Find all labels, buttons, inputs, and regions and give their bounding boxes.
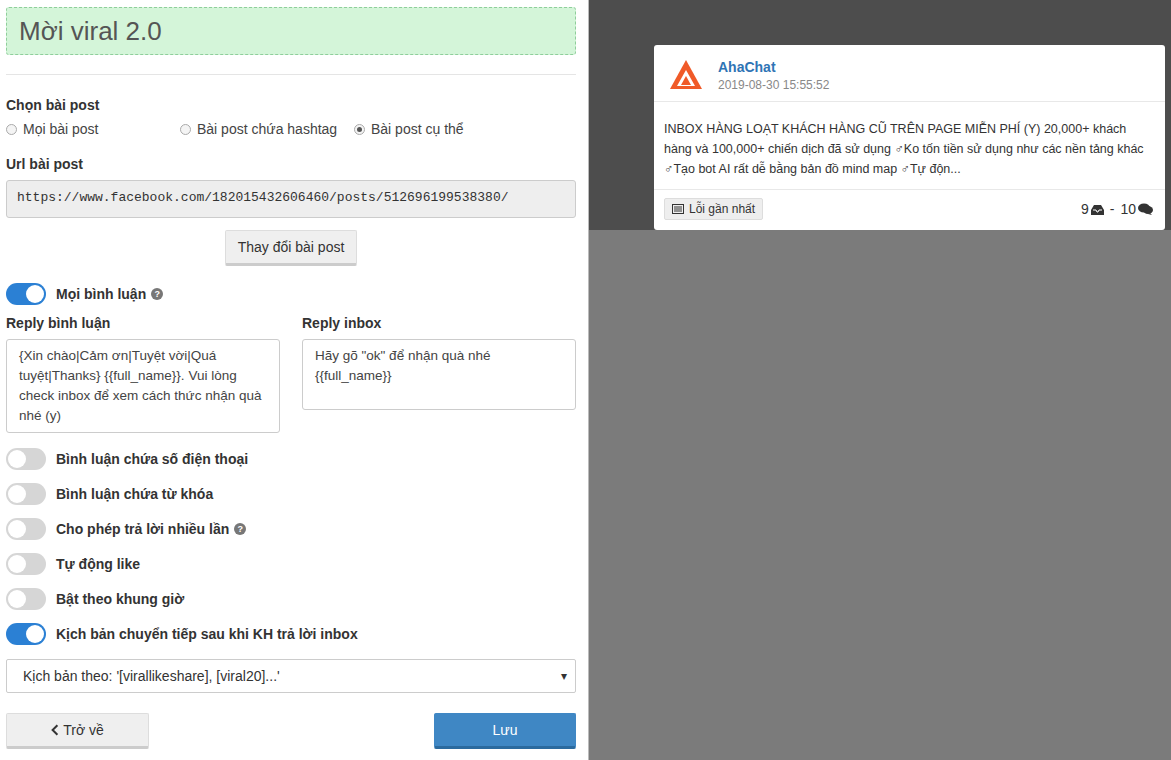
url-label: Url bài post [6,156,576,172]
radio-icon[interactable] [180,124,191,135]
script-select[interactable]: Kịch bản theo: '[virallikeshare], [viral… [6,659,576,693]
save-button[interactable]: Lưu [434,713,576,749]
post-preview-card: AhaChat 2019-08-30 15:55:52 INBOX HÀNG LOẠ… [654,45,1165,230]
help-icon[interactable]: ? [151,288,163,300]
panel-title: Mời viral 2.0 [6,7,576,55]
reply-comment-label: Reply bình luận [6,315,280,331]
radio-option[interactable]: Bài post cụ thể [354,121,464,137]
toggle-switch[interactable] [6,588,46,610]
all-comments-toggle-row: Mọi bình luận? [6,276,576,311]
recent-errors-button[interactable]: Lỗi gần nhất [664,198,763,220]
toggle-row: Tự động like [6,546,576,581]
post-choice: Mọi bài postBài post chứa hashtagBài pos… [6,121,576,137]
post-choice-label: Chọn bài post [6,97,576,113]
radio-icon[interactable] [354,124,365,135]
page: Mời viral 2.0Chọn bài postMọi bài postBà… [0,0,1171,760]
toggle-row: Kịch bản chuyển tiếp sau khi KH trả lời … [6,616,576,651]
toggle-switch[interactable] [6,483,46,505]
change-post-button[interactable]: Thay đổi bài post [225,230,358,266]
post-text: INBOX HÀNG LOẠT KHÁCH HÀNG CŨ TRÊN PAGE … [654,102,1165,190]
radio-icon[interactable] [6,124,17,135]
help-icon[interactable]: ? [234,523,246,535]
radio-option[interactable]: Bài post chứa hashtag [180,121,354,137]
ahachat-logo-icon [668,57,704,93]
toggle-row: Bật theo khung giờ [6,581,576,616]
toggle-switch[interactable] [6,283,46,305]
comments-icon [1138,203,1153,215]
post-time: 2019-08-30 15:55:52 [718,78,829,92]
chevron-left-icon [51,724,59,736]
back-button[interactable]: Trở về [6,713,149,749]
list-icon [672,204,684,214]
toggle-row: Bình luận chứa từ khóa [6,476,576,511]
reply-comment-textarea[interactable]: {Xin chào|Cảm ơn|Tuyệt vời|Quá tuyệt|Tha… [6,339,280,433]
page-name[interactable]: AhaChat [718,59,829,75]
toggle-switch[interactable] [6,553,46,575]
post-counts: 9-10 [1081,201,1153,217]
reply-inbox-textarea[interactable]: Hãy gõ "ok" để nhận quà nhé {{full_name}… [302,339,576,410]
toggle-switch[interactable] [6,448,46,470]
reply-inbox-label: Reply inbox [302,315,576,331]
toggle-row: Cho phép trả lời nhiều lần? [6,511,576,546]
toggle-switch[interactable] [6,518,46,540]
toggle-row: Bình luận chứa số điện thoại [6,441,576,476]
settings-panel: Mời viral 2.0Chọn bài postMọi bài postBà… [0,0,588,760]
toggle-switch[interactable] [6,623,46,645]
inbox-icon [1091,204,1104,215]
preview-area: AhaChat 2019-08-30 15:55:52 INBOX HÀNG LOẠ… [588,0,1171,760]
radio-option[interactable]: Mọi bài post [6,121,180,137]
url-input[interactable]: https://www.facebook.com/182015432606460… [6,180,576,218]
